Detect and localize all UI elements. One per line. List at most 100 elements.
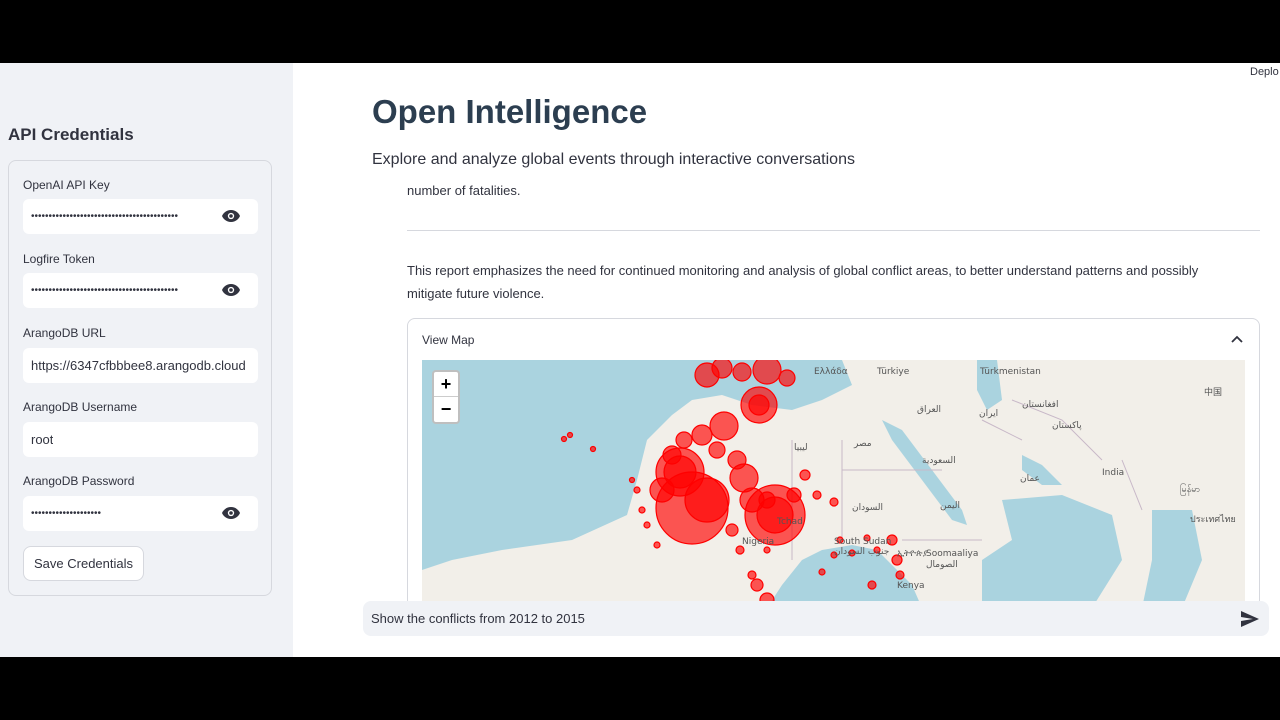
sidebar: API Credentials OpenAI API Key •••••••••… xyxy=(0,63,293,657)
conflict-marker xyxy=(638,506,646,514)
page-subtitle: Explore and analyze global events throug… xyxy=(372,151,855,168)
letterbox-bottom xyxy=(0,657,1280,720)
conflict-marker xyxy=(829,497,839,507)
map-label-yemen: اليمن xyxy=(940,501,960,511)
conflict-marker xyxy=(628,476,636,484)
openai-key-input[interactable]: ••••••••••••••••••••••••••••••••••••••••… xyxy=(23,199,258,234)
conflict-marker xyxy=(786,487,802,503)
logfire-token-label: Logfire Token xyxy=(23,252,95,266)
map-label-myanmar: မြန်မာ xyxy=(1180,483,1200,496)
conflict-marker xyxy=(778,369,796,387)
openai-key-label: OpenAI API Key xyxy=(23,178,110,192)
arangodb-password-label: ArangoDB Password xyxy=(23,474,135,488)
conflict-marker xyxy=(763,546,771,554)
arangodb-password-input[interactable]: •••••••••••••••••••• xyxy=(23,496,258,531)
page-title: Open Intelligence xyxy=(372,93,648,130)
zoom-in-button[interactable]: + xyxy=(434,372,458,397)
divider xyxy=(407,230,1260,231)
map-label-turkiye: Türkiye xyxy=(876,367,910,377)
arangodb-username-input[interactable]: root xyxy=(23,422,258,457)
arangodb-url-label: ArangoDB URL xyxy=(23,326,106,340)
arangodb-url-value: https://6347cfbbbee8.arangodb.cloud xyxy=(31,358,246,373)
chevron-up-icon[interactable] xyxy=(1231,335,1243,343)
conflict-map[interactable]: Ελλάδα Türkiye Türkmenistan العراق ایران… xyxy=(422,360,1245,607)
arangodb-url-input[interactable]: https://6347cfbbbee8.arangodb.cloud xyxy=(23,348,258,383)
map-label-thailand: ประเทศไทย xyxy=(1190,514,1236,525)
conflict-marker xyxy=(708,441,726,459)
message-text-fatalities: number of fatalities. xyxy=(407,183,521,198)
main-content: number of fatalities. This report emphas… xyxy=(293,63,1280,657)
conflict-marker xyxy=(711,360,733,379)
send-icon[interactable] xyxy=(1241,611,1259,627)
conflict-marker xyxy=(818,568,826,576)
map-label-somalia-ar: الصومال xyxy=(926,560,958,570)
app-window: API Credentials OpenAI API Key •••••••••… xyxy=(0,63,1280,657)
show-password-icon[interactable] xyxy=(222,506,240,520)
conflict-marker xyxy=(747,570,757,580)
zoom-out-button[interactable]: − xyxy=(434,397,458,422)
conflict-marker xyxy=(649,477,675,503)
view-map-expander: View Map Ελλάδα Türkiye Türkmenistan الع… xyxy=(407,318,1260,608)
map-label-india: India xyxy=(1102,468,1124,478)
conflict-marker xyxy=(732,362,752,382)
conflict-marker xyxy=(560,435,568,443)
map-label-pakistan: پاکستان xyxy=(1052,421,1082,431)
conflict-marker xyxy=(589,445,597,453)
save-credentials-button[interactable]: Save Credentials xyxy=(23,546,144,581)
conflict-marker xyxy=(643,521,651,529)
map-label-oman: عمان xyxy=(1020,474,1040,484)
conflict-marker xyxy=(684,477,730,523)
conflict-marker xyxy=(748,394,770,416)
map-label-china: 中国 xyxy=(1204,386,1222,398)
conflict-marker xyxy=(867,580,877,590)
map-label-afghanistan: افغانستان xyxy=(1022,400,1059,410)
show-password-icon[interactable] xyxy=(222,283,240,297)
map-label-sudan: السودان xyxy=(852,503,883,513)
conflict-marker xyxy=(675,431,693,449)
view-map-expander-label[interactable]: View Map xyxy=(422,333,474,347)
map-label-libya: ليبيا xyxy=(794,443,808,453)
deploy-button[interactable]: Deplo xyxy=(1250,66,1279,78)
conflict-marker xyxy=(566,431,574,439)
conflict-marker xyxy=(799,469,811,481)
openai-key-value: ••••••••••••••••••••••••••••••••••••••••… xyxy=(31,211,179,222)
conflict-marker xyxy=(895,570,905,580)
map-label-kenya: Kenya xyxy=(897,581,925,591)
message-text-report-line1: This report emphasizes the need for cont… xyxy=(407,263,1199,278)
logfire-token-value: ••••••••••••••••••••••••••••••••••••••••… xyxy=(31,285,179,296)
map-label-iran: ایران xyxy=(979,409,998,419)
map-zoom-control: + − xyxy=(432,370,460,424)
conflict-marker xyxy=(750,578,764,592)
map-label-somaliya: Soomaaliya xyxy=(926,549,978,559)
letterbox-top xyxy=(0,0,1280,63)
conflict-marker xyxy=(758,491,776,509)
conflict-marker xyxy=(725,523,739,537)
map-label-tchad: Tchad xyxy=(776,517,803,527)
chat-input-value: Show the conflicts from 2012 to 2015 xyxy=(371,611,585,626)
logfire-token-input[interactable]: ••••••••••••••••••••••••••••••••••••••••… xyxy=(23,273,258,308)
page-header: Open Intelligence Explore and analyze gl… xyxy=(372,91,1256,181)
conflict-marker xyxy=(691,424,713,446)
conflict-marker xyxy=(653,541,661,549)
chat-input[interactable]: Show the conflicts from 2012 to 2015 xyxy=(363,601,1269,636)
map-label-iraq: العراق xyxy=(917,405,941,415)
map-label-saudi: السعودية xyxy=(922,456,956,466)
credentials-form: OpenAI API Key •••••••••••••••••••••••••… xyxy=(8,160,272,596)
conflict-marker xyxy=(752,360,782,385)
conflict-marker xyxy=(735,545,745,555)
arangodb-password-value: •••••••••••••••••••• xyxy=(31,508,102,519)
map-label-south-sudan-ar: جنوب السودان xyxy=(834,547,889,557)
arangodb-username-label: ArangoDB Username xyxy=(23,400,138,414)
show-password-icon[interactable] xyxy=(222,209,240,223)
map-label-turkmenistan: Türkmenistan xyxy=(979,367,1041,377)
map-land-africa-asia xyxy=(422,360,1245,607)
sidebar-title: API Credentials xyxy=(8,125,134,144)
arangodb-username-value: root xyxy=(31,432,54,447)
conflict-marker xyxy=(812,490,822,500)
map-label-ethiopia: ኢትዮጵያ xyxy=(897,549,929,559)
conflict-marker xyxy=(633,486,641,494)
map-label-greece: Ελλάδα xyxy=(814,367,848,377)
conflict-marker xyxy=(709,411,739,441)
map-label-egypt: مصر xyxy=(853,439,872,449)
map-tiles: Ελλάδα Türkiye Türkmenistan العراق ایران… xyxy=(422,360,1245,607)
